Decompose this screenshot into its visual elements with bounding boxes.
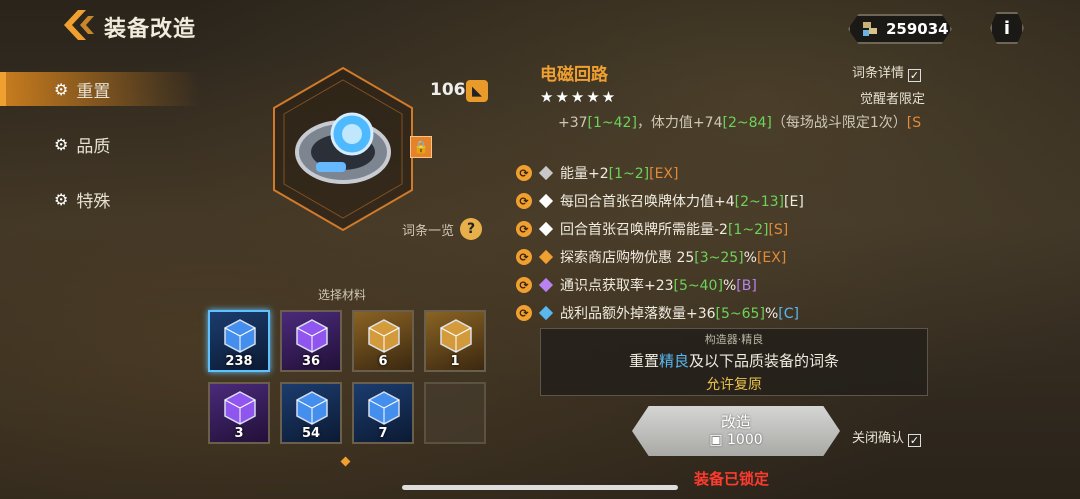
nav-label: 品质 [76,136,111,157]
forge-box-description: 重置精良及以下品质装备的词条 [628,352,840,370]
material-count: 54 [301,426,321,441]
back-arrow-icon[interactable] [60,8,100,42]
home-indicator[interactable] [402,485,678,490]
material-count: 36 [301,354,321,369]
coin-stack-icon [863,22,877,36]
checkbox-checked-icon[interactable]: ✓ [908,434,922,447]
stat-entry[interactable]: ⟳ 回合首张召唤牌所需能量-2[1~2][S] [516,218,788,240]
entry-detail-label: 词条详情 [852,66,905,81]
materials-label: 选择材料 [318,288,367,302]
quality-diamond-icon [538,277,554,293]
quality-diamond-icon [538,305,554,321]
equipment-locked-warning: 装备已锁定 [694,470,770,488]
entry-detail-toggle[interactable]: 词条详情 ✓ [852,62,922,82]
quality-diamond-icon [538,249,554,265]
nav-tab-special[interactable]: ⚙ 特殊 [0,182,200,216]
entry-list-button[interactable]: 词条一览 ? [402,218,483,240]
currency-amount: 259034 [886,20,949,38]
material-cube-icon [296,319,328,353]
nav-tab-reset[interactable]: ⚙ 重置 [0,72,200,106]
reroll-icon[interactable]: ⟳ [516,305,532,321]
gear-icon: ⚙ [54,189,69,209]
equipment-name: 电磁回路 [540,65,608,85]
star-rating: ★★★★★ [540,88,618,106]
material-cube-icon [224,319,256,353]
nav-label: 重置 [76,81,111,102]
stat-entry[interactable]: ⟳ 探索商店购物优惠 25[3~25]%[EX] [516,246,786,268]
level-up-icon[interactable]: ◣ [466,80,488,102]
quality-diamond-icon [538,221,554,237]
material-count: 238 [225,354,253,369]
equipment-frame[interactable] [268,64,418,234]
material-slot[interactable]: 1 [424,310,486,372]
entry-list-label: 词条一览 [402,223,455,239]
currency-display[interactable]: 259034 [848,14,952,44]
material-cube-icon [296,391,328,425]
nav-tab-quality[interactable]: ⚙ 品质 [0,127,200,161]
material-count: 7 [378,426,388,441]
stat-entry[interactable]: ⟳ 通识点获取率+23[5~40]%[B] [516,274,757,296]
material-count: 6 [378,354,388,369]
equipment-level: 106 [430,80,466,100]
material-slot-empty[interactable] [424,382,486,444]
gear-icon: ⚙ [54,134,69,154]
material-slot[interactable]: 238 [208,310,270,372]
nav-label: 特殊 [76,191,111,212]
reroll-icon[interactable]: ⟳ [516,249,532,265]
coin-stack-icon: ▣ [709,432,723,448]
reroll-icon[interactable]: ⟳ [516,221,532,237]
material-slot[interactable]: 7 [352,382,414,444]
stat-entry[interactable]: ⟳ 每回合首张召唤牌体力值+4[2~13][E] [516,190,804,212]
close-confirm-toggle[interactable]: 关闭确认 ✓ [852,427,922,447]
forge-box-restore: 允许复原 [706,377,762,393]
gear-icon: ⚙ [54,79,69,99]
material-slot[interactable]: 6 [352,310,414,372]
page-title: 装备改造 [104,17,197,42]
material-cube-icon [224,391,256,425]
material-cube-icon [368,319,400,353]
material-slot[interactable]: 3 [208,382,270,444]
forge-button-label: 改造 [720,413,751,431]
lock-icon[interactable]: 🔒 [410,136,432,158]
question-icon: ? [460,218,483,240]
reroll-icon[interactable]: ⟳ [516,165,532,181]
material-count: 3 [234,426,244,441]
reroll-icon[interactable]: ⟳ [516,193,532,209]
stat-entry[interactable]: ⟳ 能量+2[1~2][EX] [516,162,678,184]
page-indicator [340,456,351,467]
reroll-icon[interactable]: ⟳ [516,277,532,293]
material-cube-icon [440,319,472,353]
quality-diamond-icon [538,165,554,181]
material-slot[interactable]: 36 [280,310,342,372]
quality-diamond-icon [538,193,554,209]
material-slot[interactable]: 54 [280,382,342,444]
forge-cost: ▣ 1000 [709,432,763,448]
close-confirm-label: 关闭确认 [852,431,905,446]
stat-entry[interactable]: ⟳ 战利品额外掉落数量+36[5~65]%[C] [516,302,799,324]
info-button[interactable]: i [990,12,1024,44]
forge-box-header: 构造器·精良 [704,333,764,346]
awakener-only-label: 觉醒者限定 [860,92,926,107]
material-count: 1 [450,354,460,369]
material-cube-icon [368,391,400,425]
stat-line-partial: +37[1~42]，体力值+74[2~84]（每场战斗限定1次）[S [558,115,922,131]
checkbox-checked-icon[interactable]: ✓ [908,69,922,82]
